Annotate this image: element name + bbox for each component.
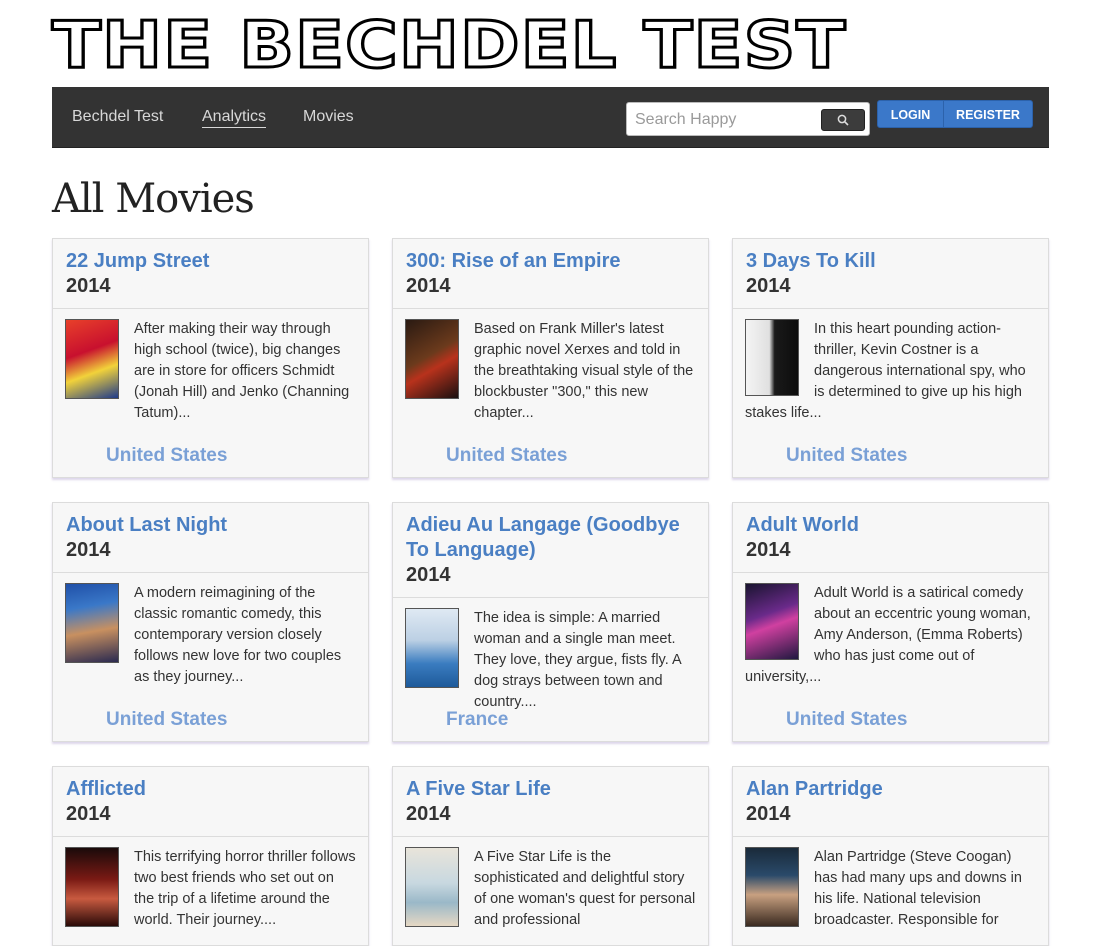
- movie-country-link[interactable]: United States: [106, 445, 227, 467]
- site-title: THE BECHDEL TEST: [50, 9, 847, 83]
- movie-poster[interactable]: [65, 583, 119, 663]
- movie-title-link[interactable]: 22 Jump Street: [66, 249, 355, 274]
- movie-year: 2014: [746, 539, 791, 561]
- card-body: Alan Partridge (Steve Coogan) has had ma…: [733, 837, 1048, 931]
- movie-poster[interactable]: [405, 608, 459, 688]
- movie-poster[interactable]: [65, 319, 119, 399]
- movie-year: 2014: [66, 275, 111, 297]
- movie-card: Adieu Au Langage (Goodbye To Language) 2…: [392, 502, 709, 742]
- movie-year: 2014: [66, 803, 111, 825]
- search-icon: [837, 114, 849, 126]
- card-body: A Five Star Life is the sophisticated an…: [393, 837, 708, 931]
- card-body: This terrifying horror thriller follows …: [53, 837, 368, 931]
- movie-poster[interactable]: [65, 847, 119, 927]
- card-header: 3 Days To Kill 2014: [733, 239, 1048, 309]
- movie-card: 3 Days To Kill 2014 In this heart poundi…: [732, 238, 1049, 478]
- card-body: Adult World is a satirical comedy about …: [733, 573, 1048, 688]
- movie-title-link[interactable]: Afflicted: [66, 777, 355, 802]
- movie-title-link[interactable]: Alan Partridge: [746, 777, 1035, 802]
- movie-country-link[interactable]: United States: [786, 445, 907, 467]
- movie-poster[interactable]: [745, 583, 799, 660]
- movie-card: A Five Star Life 2014 A Five Star Life i…: [392, 766, 709, 946]
- movie-title-link[interactable]: A Five Star Life: [406, 777, 695, 802]
- nav-link-analytics[interactable]: Analytics: [202, 108, 267, 128]
- card-header: Alan Partridge 2014: [733, 767, 1048, 837]
- movie-poster[interactable]: [745, 319, 799, 396]
- login-button[interactable]: LOGIN: [877, 100, 944, 128]
- card-body: Based on Frank Miller's latest graphic n…: [393, 309, 708, 424]
- register-button[interactable]: REGISTER: [943, 100, 1033, 128]
- nav-link-bechdel-test[interactable]: Bechdel Test: [72, 108, 163, 126]
- movie-year: 2014: [406, 564, 451, 586]
- movie-country-link[interactable]: United States: [786, 709, 907, 731]
- page-heading: All Movies: [52, 176, 255, 222]
- movie-year: 2014: [406, 803, 451, 825]
- movie-country-link[interactable]: United States: [446, 445, 567, 467]
- card-header: Adult World 2014: [733, 503, 1048, 573]
- movie-card: Afflicted 2014 This terrifying horror th…: [52, 766, 369, 946]
- card-header: 300: Rise of an Empire 2014: [393, 239, 708, 309]
- card-header: Afflicted 2014: [53, 767, 368, 837]
- search-input[interactable]: [635, 110, 815, 130]
- card-body: After making their way through high scho…: [53, 309, 368, 424]
- navbar: Bechdel Test Analytics Movies LOGIN REGI…: [52, 87, 1049, 148]
- movie-year: 2014: [66, 539, 111, 561]
- card-header: About Last Night 2014: [53, 503, 368, 573]
- movie-title-link[interactable]: Adult World: [746, 513, 1035, 538]
- movie-poster[interactable]: [745, 847, 799, 927]
- card-body: A modern reimagining of the classic roma…: [53, 573, 368, 688]
- movie-card: Adult World 2014 Adult World is a satiri…: [732, 502, 1049, 742]
- search-button[interactable]: [821, 109, 865, 131]
- movie-title-link[interactable]: About Last Night: [66, 513, 355, 538]
- movie-year: 2014: [746, 803, 791, 825]
- movie-title-link[interactable]: Adieu Au Langage (Goodbye To Language): [406, 513, 695, 563]
- movie-title-link[interactable]: 3 Days To Kill: [746, 249, 1035, 274]
- movie-country-link[interactable]: France: [446, 709, 508, 731]
- card-header: 22 Jump Street 2014: [53, 239, 368, 309]
- movie-poster[interactable]: [405, 319, 459, 399]
- movie-year: 2014: [406, 275, 451, 297]
- search-box: [626, 102, 870, 136]
- movie-title-link[interactable]: 300: Rise of an Empire: [406, 249, 695, 274]
- card-header: A Five Star Life 2014: [393, 767, 708, 837]
- movie-country-link[interactable]: United States: [106, 709, 227, 731]
- movie-poster[interactable]: [405, 847, 459, 927]
- card-body: The idea is simple: A married woman and …: [393, 598, 708, 713]
- movie-card: 22 Jump Street 2014 After making their w…: [52, 238, 369, 478]
- movie-card: 300: Rise of an Empire 2014 Based on Fra…: [392, 238, 709, 478]
- movie-year: 2014: [746, 275, 791, 297]
- nav-link-movies[interactable]: Movies: [303, 108, 354, 126]
- card-body: In this heart pounding action-thriller, …: [733, 309, 1048, 424]
- movie-card: About Last Night 2014 A modern reimagini…: [52, 502, 369, 742]
- movie-card: Alan Partridge 2014 Alan Partridge (Stev…: [732, 766, 1049, 946]
- card-header: Adieu Au Langage (Goodbye To Language) 2…: [393, 503, 708, 598]
